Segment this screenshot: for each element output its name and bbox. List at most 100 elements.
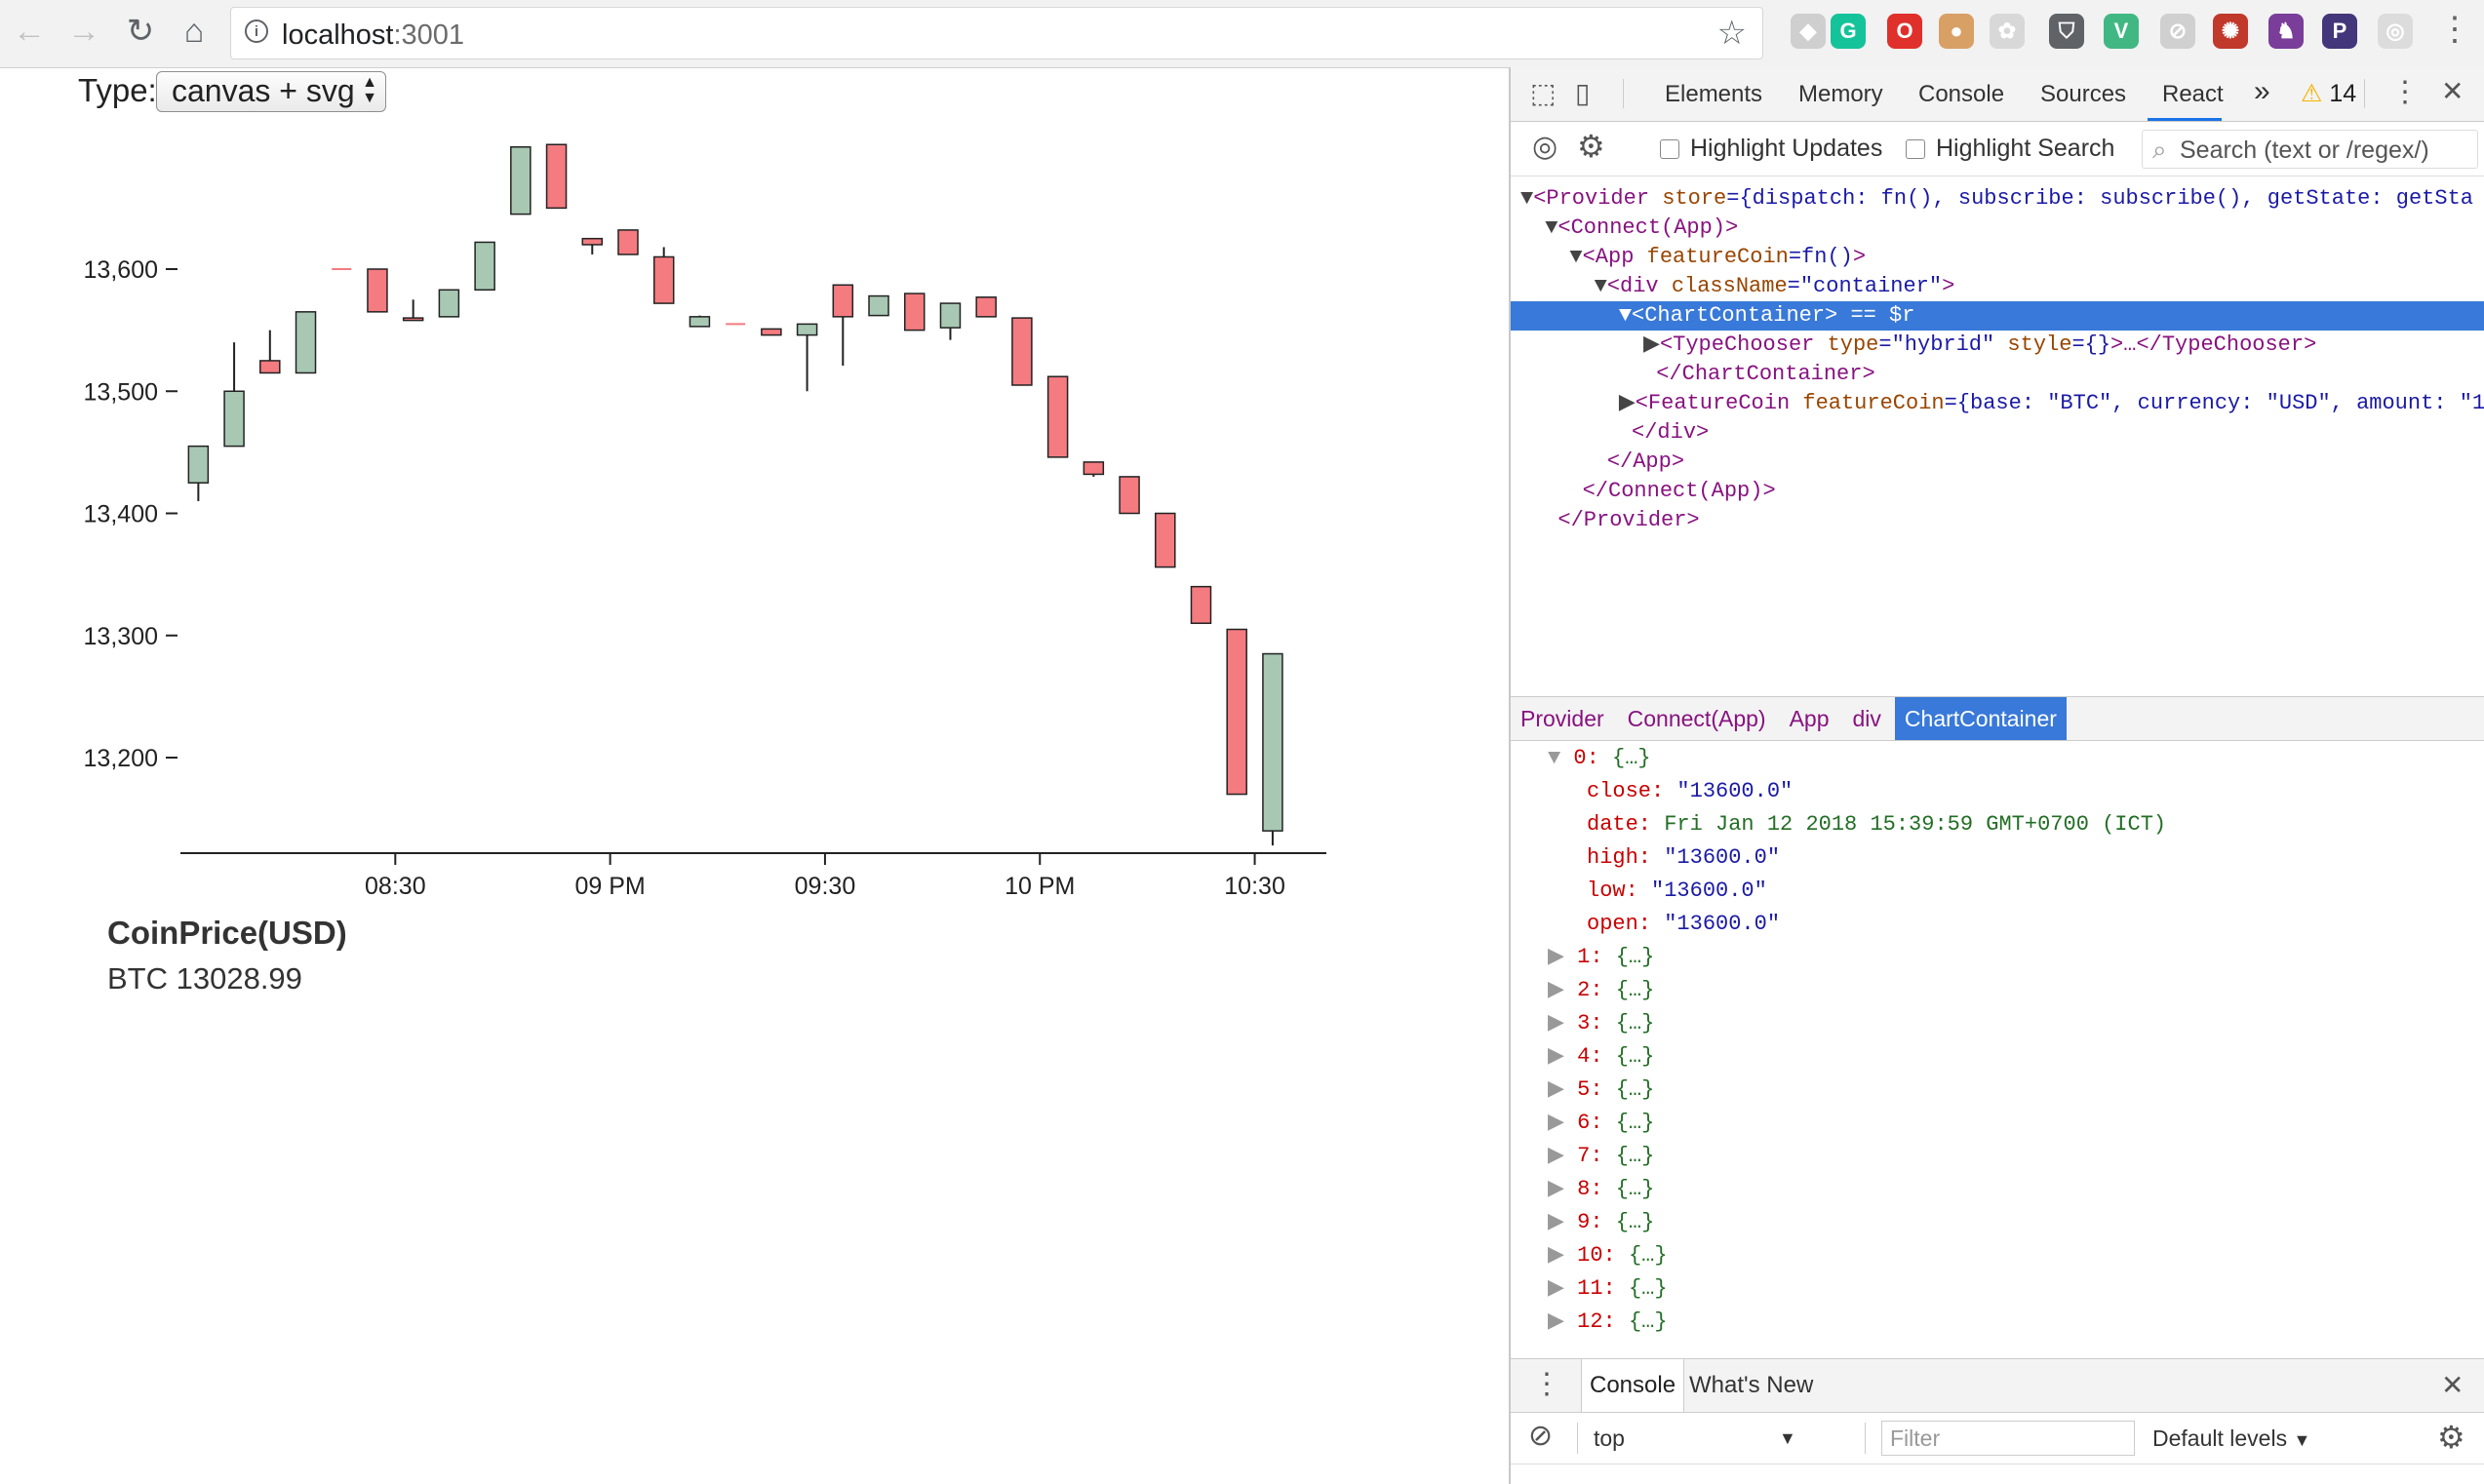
warning-badge[interactable]: ⚠ 14 — [2301, 79, 2356, 108]
tab-react[interactable]: React — [2162, 81, 2224, 108]
prop-field[interactable]: high: "13600.0" — [1587, 841, 1780, 875]
active-tab-indicator — [2148, 118, 2222, 121]
react-devtools-icon[interactable]: ✺ — [2213, 14, 2248, 49]
candle-body-down — [1119, 476, 1140, 515]
x-axis: 08:30 09 PM 09:30 10 PM 10:30 — [180, 852, 1326, 900]
tree-node[interactable]: ▼<div className="container"> — [1511, 272, 2484, 301]
breadcrumb-item[interactable]: div — [1843, 697, 1891, 740]
cookie-icon[interactable]: ● — [1939, 14, 1974, 49]
inspect-element-icon[interactable]: ⬚ — [1530, 77, 1556, 109]
component-tree: ▼<Provider store={dispatch: fn(), subscr… — [1511, 180, 2484, 687]
device-toolbar-icon[interactable]: ▯ — [1575, 77, 1590, 109]
prop-row[interactable]: ▶ 5: {…} — [1548, 1074, 1654, 1107]
breadcrumb-item[interactable]: Provider — [1511, 697, 1614, 740]
tree-node[interactable]: ▼<ChartContainer> == $r — [1511, 301, 2484, 331]
warning-count: 14 — [2329, 80, 2357, 107]
browser-menu-icon[interactable]: ⋮ — [2438, 10, 2471, 49]
prop-field[interactable]: close: "13600.0" — [1587, 775, 1793, 808]
candle-body-down — [975, 296, 997, 318]
tab-memory[interactable]: Memory — [1798, 81, 1883, 108]
prop-row[interactable]: ▶ 1: {…} — [1548, 941, 1654, 974]
bookmark-star-icon[interactable]: ☆ — [1717, 14, 1747, 53]
log-levels-select[interactable]: Default levels ▼ — [2152, 1421, 2310, 1458]
drawer-tab-whats-new[interactable]: What's New — [1689, 1359, 1813, 1412]
grammarly-icon[interactable]: G — [1831, 14, 1866, 49]
context-select[interactable]: top ▼ — [1594, 1420, 1796, 1457]
breadcrumb-item[interactable]: ChartContainer — [1894, 697, 2067, 740]
tree-node[interactable]: </Provider> — [1511, 506, 2484, 535]
console-settings-icon[interactable]: ⚙ — [2437, 1419, 2465, 1456]
prop-field[interactable]: open: "13600.0" — [1587, 908, 1780, 941]
prop-row[interactable]: ▶ 2: {…} — [1548, 974, 1654, 1007]
react-search-input[interactable]: ⌕ Search (text or /regex/) — [2142, 130, 2478, 169]
opera-icon[interactable]: O — [1887, 14, 1922, 49]
prop-row-expanded[interactable]: ▼ 0: {…} — [1548, 742, 1651, 775]
highlight-updates-checkbox[interactable] — [1660, 139, 1679, 159]
expand-open-icon[interactable]: ▼ — [1520, 186, 1533, 211]
drawer-menu-icon[interactable]: ⋮ — [1532, 1367, 1561, 1401]
tree-node[interactable]: ▼<Provider store={dispatch: fn(), subscr… — [1511, 184, 2484, 214]
prop-field[interactable]: low: "13600.0" — [1587, 875, 1767, 908]
back-arrow-icon[interactable]: ← — [10, 12, 49, 51]
p-icon[interactable]: P — [2322, 14, 2357, 49]
address-bar[interactable]: i localhost:3001 ☆ — [230, 7, 1763, 59]
devtools-panel: ⬚ ▯ Elements Memory Console Sources React » … — [1509, 67, 2484, 1484]
tree-node[interactable]: </div> — [1511, 418, 2484, 448]
highlight-search-checkbox[interactable] — [1906, 139, 1925, 159]
vue-devtools-icon[interactable]: V — [2104, 14, 2139, 49]
console-toolbar: ⊘ top ▼ Filter Default levels ▼ ⚙ — [1511, 1413, 2484, 1464]
prop-row[interactable]: ▶ 4: {…} — [1548, 1040, 1654, 1074]
unicorn-icon[interactable]: ♞ — [2268, 14, 2304, 49]
prop-row[interactable]: ▶ 8: {…} — [1548, 1173, 1654, 1206]
dropbox-icon[interactable]: ◆ — [1791, 14, 1826, 49]
candle-body-down — [617, 229, 639, 255]
target-icon[interactable]: ◎ — [1532, 130, 1557, 164]
breadcrumb-item[interactable]: App — [1780, 697, 1839, 740]
circle-ext-icon[interactable]: ◎ — [2378, 14, 2413, 49]
forward-arrow-icon[interactable]: → — [64, 12, 103, 51]
home-icon[interactable]: ⌂ — [175, 12, 214, 51]
breadcrumb-item[interactable]: Connect(App) — [1618, 697, 1776, 740]
shield-icon[interactable]: ⛉ — [2049, 14, 2084, 49]
leaf-icon[interactable]: ✿ — [1990, 14, 2025, 49]
breadcrumb: Provider Connect(App) App div ChartContainer — [1511, 696, 2484, 741]
expand-closed-icon[interactable]: ▶ — [1619, 391, 1636, 415]
close-drawer-icon[interactable]: ✕ — [2441, 1369, 2464, 1401]
type-select[interactable]: canvas + svg ▲ ▼ — [156, 71, 386, 112]
tab-elements[interactable]: Elements — [1665, 81, 1762, 108]
tree-node[interactable]: ▼<Connect(App)> — [1511, 214, 2484, 243]
devtools-menu-icon[interactable]: ⋮ — [2390, 75, 2420, 109]
settings-gear-icon[interactable]: ⚙ — [1577, 128, 1605, 165]
tab-console[interactable]: Console — [1918, 81, 2004, 108]
disabled-ext-icon[interactable]: ⊘ — [2160, 14, 2195, 49]
tab-sources[interactable]: Sources — [2040, 81, 2126, 108]
prop-row[interactable]: ▶ 6: {…} — [1548, 1107, 1654, 1140]
close-devtools-icon[interactable]: ✕ — [2441, 75, 2464, 107]
tree-node[interactable]: </Connect(App)> — [1511, 477, 2484, 506]
info-icon[interactable]: i — [245, 20, 268, 43]
tree-node[interactable]: ▶<FeatureCoin featureCoin={base: "BTC", … — [1511, 389, 2484, 418]
expand-open-icon[interactable]: ▼ — [1595, 274, 1607, 298]
expand-closed-icon[interactable]: ▶ — [1643, 332, 1660, 357]
prop-row[interactable]: ▶ 11: {…} — [1548, 1272, 1668, 1306]
expand-open-icon[interactable]: ▼ — [1545, 215, 1557, 240]
prop-row[interactable]: ▶ 9: {…} — [1548, 1206, 1654, 1239]
prop-field[interactable]: date: Fri Jan 12 2018 15:39:59 GMT+0700 … — [1587, 808, 2166, 841]
console-filter-input[interactable]: Filter — [1881, 1421, 2135, 1456]
url-port: :3001 — [393, 20, 465, 51]
expand-open-icon[interactable]: ▼ — [1569, 245, 1582, 269]
reload-icon[interactable]: ↻ — [121, 12, 160, 51]
prop-row[interactable]: ▶ 3: {…} — [1548, 1007, 1654, 1040]
highlight-search-label: Highlight Search — [1936, 135, 2115, 162]
prop-row[interactable]: ▶ 12: {…} — [1548, 1306, 1668, 1339]
expand-open-icon[interactable]: ▼ — [1619, 303, 1632, 328]
tree-node[interactable]: </ChartContainer> — [1511, 360, 2484, 389]
tree-node[interactable]: ▼<App featureCoin=fn()> — [1511, 243, 2484, 272]
clear-console-icon[interactable]: ⊘ — [1528, 1419, 1553, 1453]
tree-node[interactable]: ▶<TypeChooser type="hybrid" style={}>…</… — [1511, 331, 2484, 360]
more-tabs-icon[interactable]: » — [2254, 75, 2270, 108]
drawer-tab-console[interactable]: Console — [1581, 1359, 1685, 1412]
tree-node[interactable]: </App> — [1511, 448, 2484, 477]
prop-row[interactable]: ▶ 10: {…} — [1548, 1239, 1668, 1272]
prop-row[interactable]: ▶ 7: {…} — [1548, 1140, 1654, 1173]
